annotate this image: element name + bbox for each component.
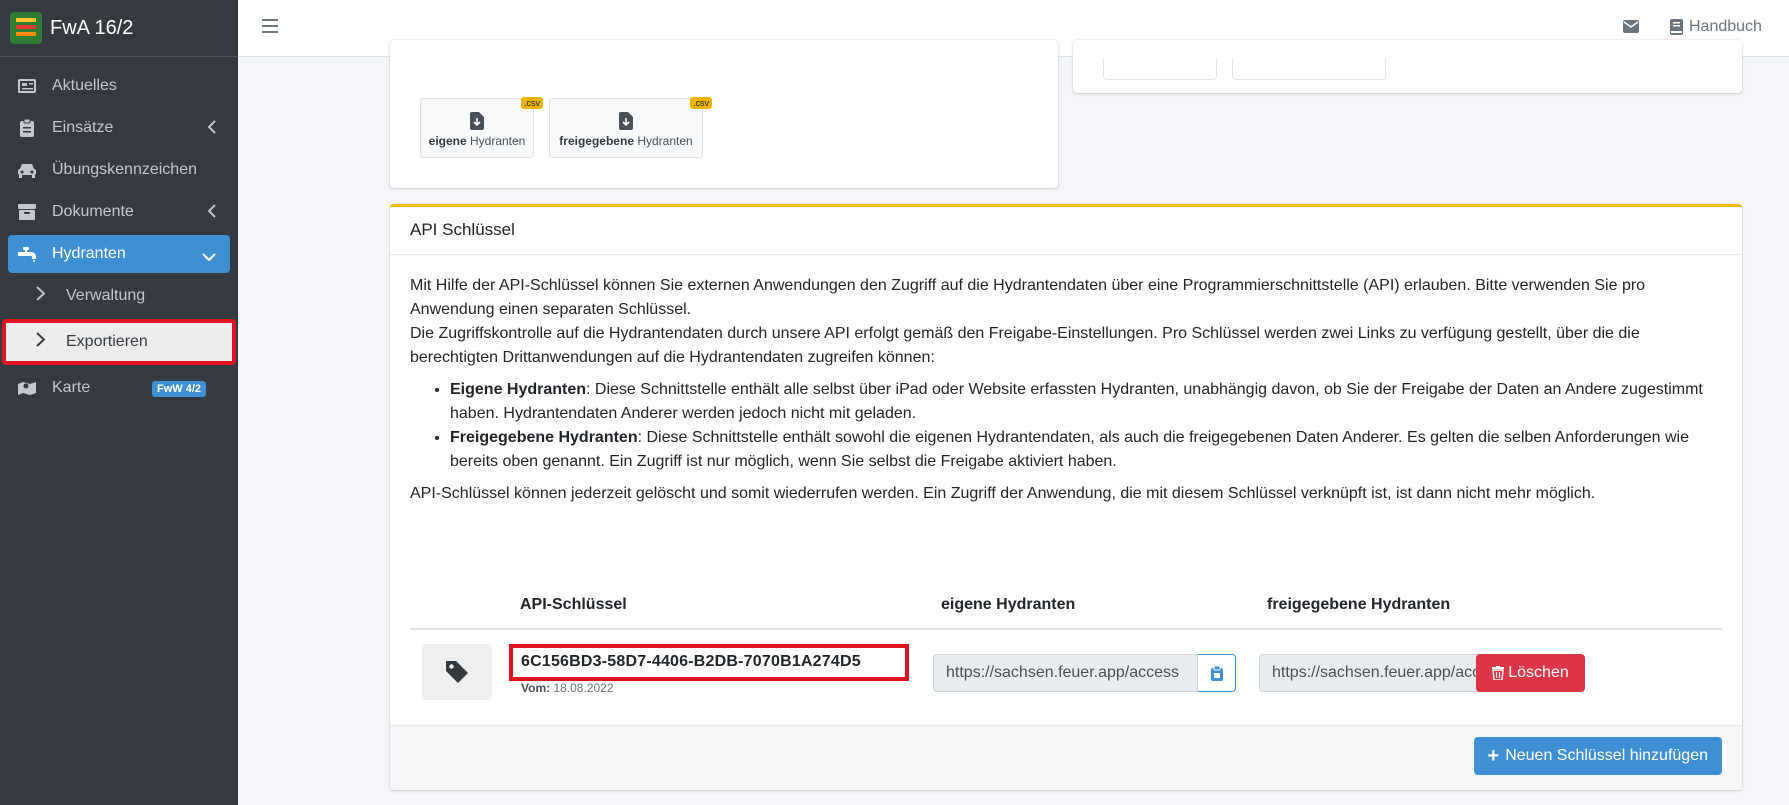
download-shared-bold: freigegebene bbox=[559, 134, 634, 148]
handbuch-link[interactable]: Handbuch bbox=[1670, 18, 1762, 36]
brand[interactable]: FwA 16/2 bbox=[0, 0, 238, 57]
sidebar-item-uebungskennzeichen[interactable]: Übungskennzeichen bbox=[8, 151, 230, 189]
sidebar-nav: Aktuelles Einsätze Übungskennzeichen Dok… bbox=[0, 57, 238, 407]
sidebar-item-label: Aktuelles bbox=[52, 77, 117, 94]
column-header-key: API-Schlüssel bbox=[520, 596, 627, 613]
sidebar-item-label: Hydranten bbox=[52, 245, 126, 262]
api-access-paragraph: Die Zugriffskontrolle auf die Hydrantend… bbox=[410, 325, 1640, 366]
list-item: Eigene Hydranten: Diese Schnittstelle en… bbox=[450, 378, 1722, 426]
plus-icon: + bbox=[1487, 744, 1500, 767]
map-icon bbox=[16, 379, 38, 397]
file-download-icon bbox=[619, 112, 633, 130]
add-key-label: Neuen Schlüssel hinzufügen bbox=[1505, 747, 1708, 764]
sidebar-item-label: Karte bbox=[52, 379, 91, 396]
sidebar-item-einsaetze[interactable]: Einsätze bbox=[8, 109, 230, 147]
export-card: .csv eigene Hydranten .csv freigegebene … bbox=[390, 40, 1058, 188]
app-title: FwA 16/2 bbox=[50, 16, 134, 39]
sidebar-item-label: Übungskennzeichen bbox=[52, 161, 197, 178]
clipboard-copy-icon bbox=[1210, 665, 1223, 681]
partial-button[interactable] bbox=[1232, 58, 1386, 80]
column-header-own: eigene Hydranten bbox=[941, 596, 1076, 613]
hamburger-menu-icon[interactable] bbox=[262, 19, 278, 37]
tag-icon bbox=[422, 644, 492, 700]
car-icon bbox=[16, 161, 38, 179]
add-key-button[interactable]: + Neuen Schlüssel hinzufügen bbox=[1473, 737, 1722, 775]
newspaper-icon bbox=[16, 77, 38, 95]
csv-badge: .csv bbox=[520, 97, 543, 109]
chevron-right-icon bbox=[36, 332, 50, 352]
api-intro-paragraph: Mit Hilfe der API-Schlüssel können Sie e… bbox=[410, 277, 1646, 318]
download-shared-rest: Hydranten bbox=[634, 134, 693, 148]
envelope-icon[interactable] bbox=[1623, 20, 1639, 38]
api-card-body: Mit Hilfe der API-Schlüssel können Sie e… bbox=[390, 255, 1742, 525]
sidebar-item-karte[interactable]: Karte FwW 4/2 bbox=[8, 369, 230, 407]
sidebar-item-verwaltung[interactable]: Verwaltung bbox=[8, 277, 230, 315]
api-key-date: Vom: 18.08.2022 bbox=[521, 681, 614, 695]
own-url-field[interactable] bbox=[933, 654, 1198, 692]
card-footer: + Neuen Schlüssel hinzufügen bbox=[390, 725, 1742, 790]
sidebar-item-label: Dokumente bbox=[52, 203, 134, 220]
chevron-left-icon bbox=[207, 120, 216, 139]
sidebar-item-label: Exportieren bbox=[66, 333, 148, 350]
chevron-down-icon bbox=[202, 248, 216, 266]
sidebar-item-dokumente[interactable]: Dokumente bbox=[8, 193, 230, 231]
partial-button[interactable] bbox=[1103, 58, 1217, 80]
handbuch-label: Handbuch bbox=[1689, 18, 1762, 35]
api-endpoint-list: Eigene Hydranten: Diese Schnittstelle en… bbox=[450, 378, 1722, 474]
api-key-value: 6C156BD3-58D7-4406-B2DB-7070B1A274D5 bbox=[509, 644, 909, 681]
column-header-shared: freigegebene Hydranten bbox=[1267, 596, 1451, 613]
chevron-right-icon bbox=[36, 286, 50, 306]
settings-card bbox=[1073, 40, 1742, 93]
file-download-icon bbox=[470, 112, 484, 130]
api-key-card: API Schlüssel Mit Hilfe der API-Schlüsse… bbox=[390, 204, 1742, 790]
csv-badge: .csv bbox=[689, 97, 712, 109]
list-item: Freigegebene Hydranten: Diese Schnittste… bbox=[450, 426, 1722, 474]
sidebar-item-aktuelles[interactable]: Aktuelles bbox=[8, 67, 230, 105]
delete-label: Löschen bbox=[1508, 664, 1569, 681]
archive-icon bbox=[16, 203, 38, 221]
api-card-title: API Schlüssel bbox=[390, 207, 1742, 255]
trash-icon bbox=[1492, 666, 1505, 680]
book-icon bbox=[1670, 19, 1683, 35]
own-url-group bbox=[933, 654, 1236, 692]
download-own-rest: Hydranten bbox=[466, 134, 526, 148]
download-own-hydrants-button[interactable]: .csv eigene Hydranten bbox=[420, 97, 543, 158]
delete-key-button[interactable]: Löschen bbox=[1476, 654, 1585, 692]
chevron-left-icon bbox=[207, 204, 216, 223]
sidebar-item-exportieren[interactable]: Exportieren bbox=[2, 319, 236, 365]
clipboard-icon bbox=[16, 119, 38, 137]
api-revoke-paragraph: API-Schlüssel können jederzeit gelöscht … bbox=[410, 485, 1596, 502]
app-logo bbox=[10, 12, 42, 44]
faucet-icon bbox=[16, 245, 38, 263]
table-row: 6C156BD3-58D7-4406-B2DB-7070B1A274D5 Vom… bbox=[410, 632, 1722, 716]
download-shared-hydrants-button[interactable]: .csv freigegebene Hydranten bbox=[549, 97, 712, 158]
copy-own-url-button[interactable] bbox=[1198, 654, 1236, 692]
sidebar: FwA 16/2 Aktuelles Einsätze Übungskennze… bbox=[0, 0, 238, 805]
sidebar-item-hydranten[interactable]: Hydranten bbox=[8, 235, 230, 273]
download-own-bold: eigene bbox=[428, 134, 467, 148]
sidebar-item-label: Verwaltung bbox=[66, 287, 146, 304]
karte-badge: FwW 4/2 bbox=[151, 381, 206, 397]
sidebar-item-label: Einsätze bbox=[52, 119, 114, 136]
table-header: API-Schlüssel eigene Hydranten freigegeb… bbox=[410, 588, 1722, 630]
